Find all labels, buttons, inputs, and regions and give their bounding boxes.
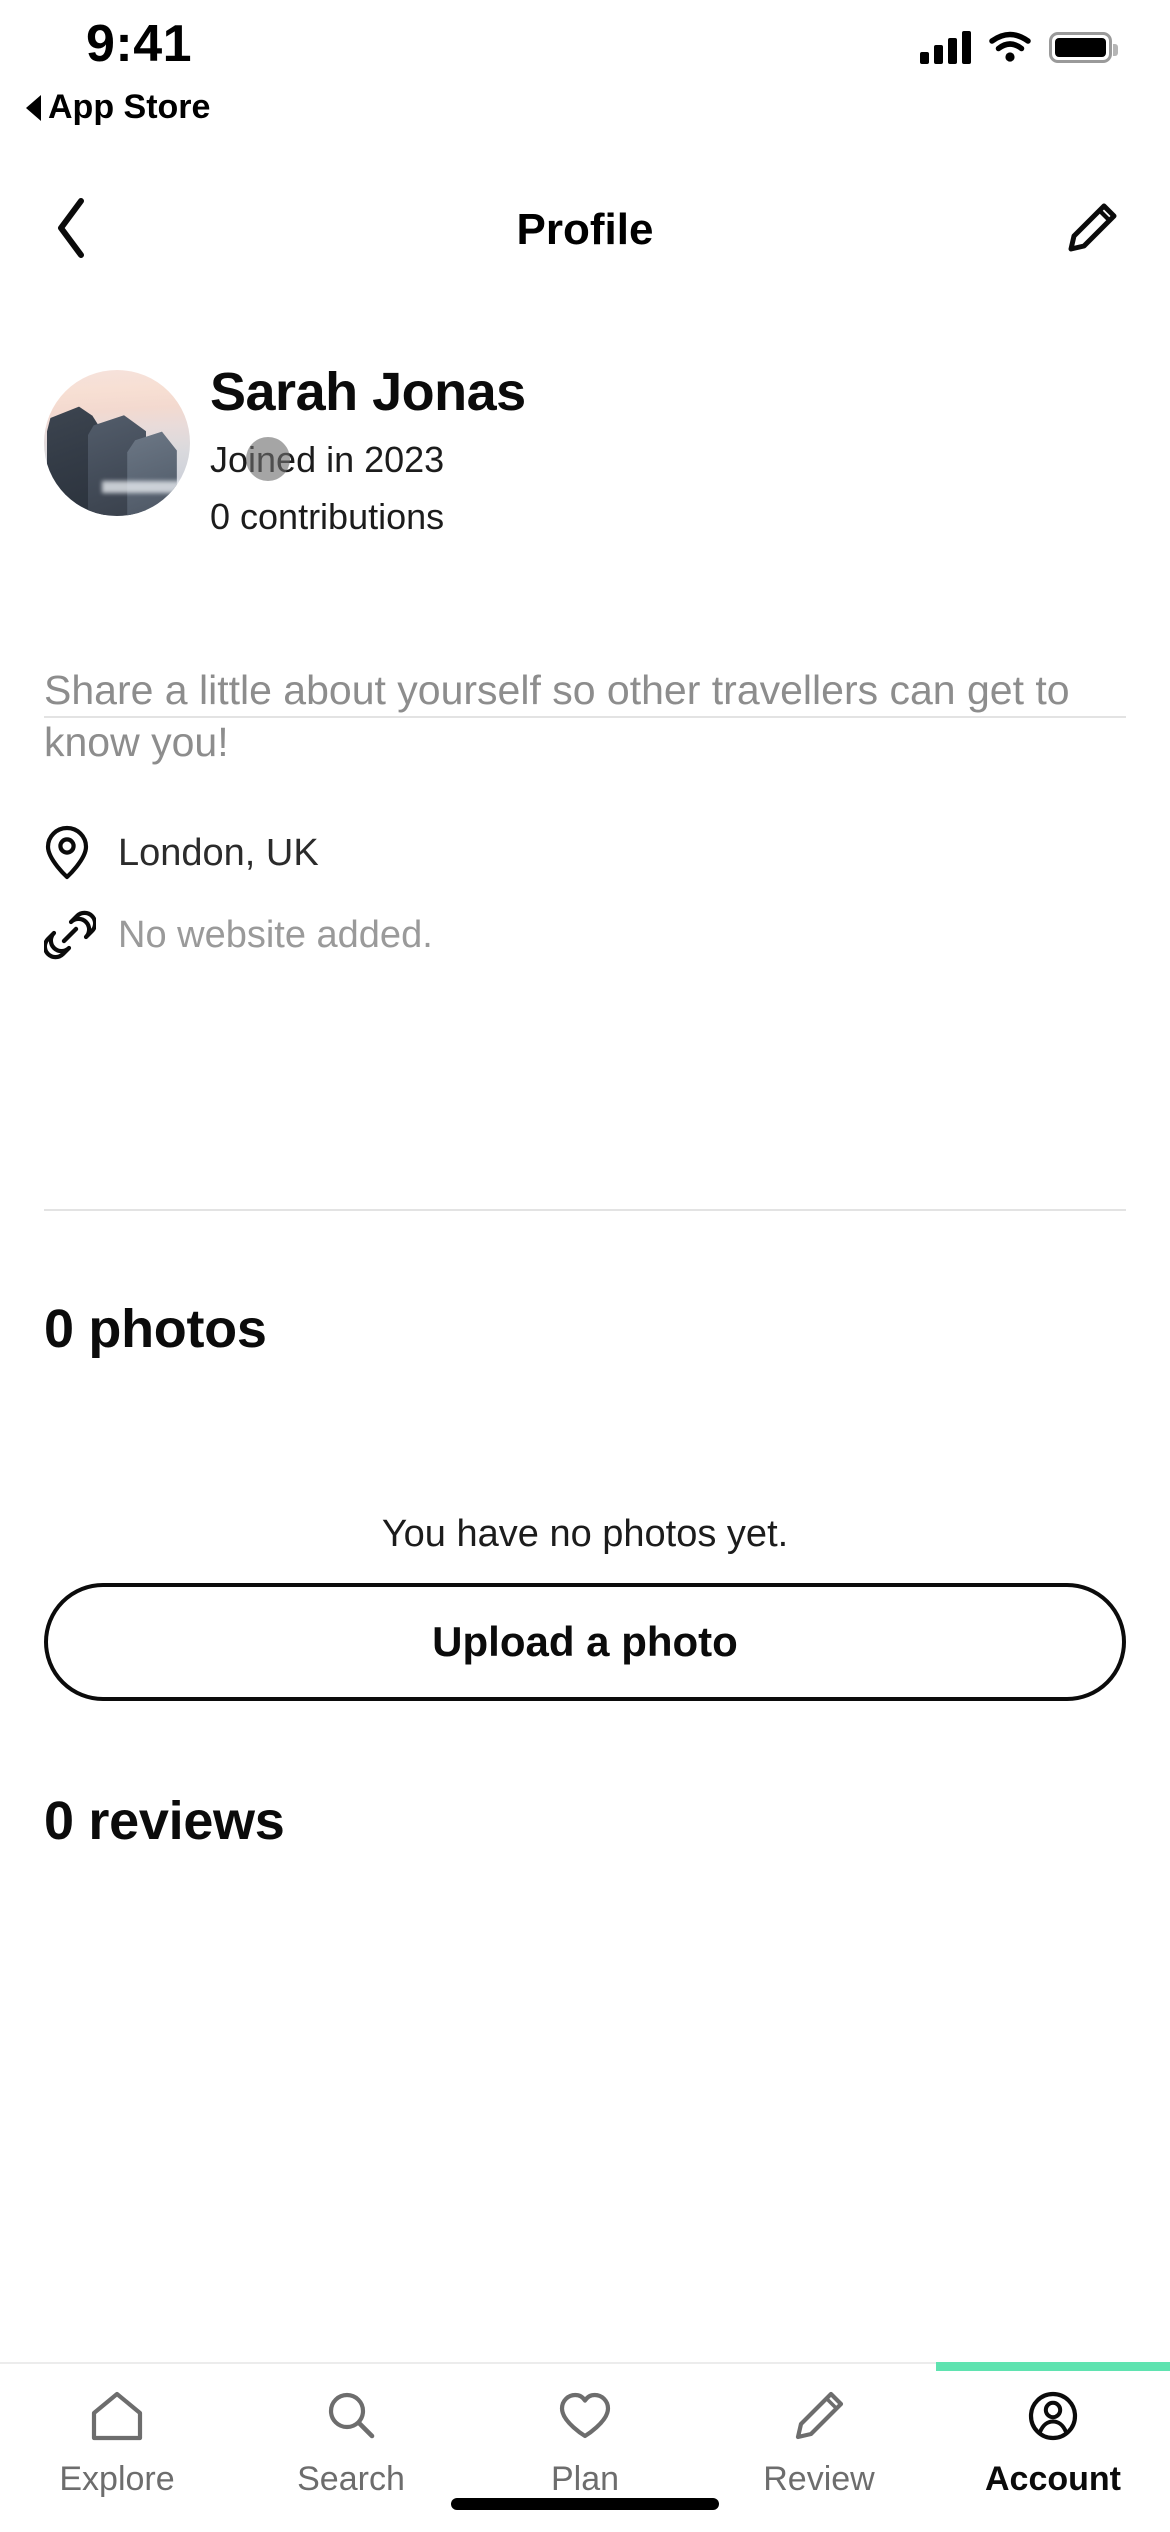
touch-indicator [246, 437, 290, 481]
profile-location-value: London, UK [118, 831, 319, 874]
section-divider-top [44, 716, 1126, 718]
profile-website-value: No website added. [118, 913, 433, 956]
home-indicator[interactable] [451, 2498, 719, 2510]
return-to-app-store-button[interactable]: App Store [26, 88, 210, 127]
user-circle-icon [1028, 2391, 1078, 2441]
wifi-icon [989, 31, 1031, 62]
profile-name: Sarah Jonas [210, 362, 526, 422]
heart-icon [559, 2392, 611, 2439]
profile-header: Sarah Jonas Joined in 2023 0 contributio… [44, 362, 1126, 548]
tab-search-label: Search [297, 2460, 405, 2498]
status-bar-indicators [920, 30, 1118, 64]
profile-meta-list: London, UK No website added. [44, 812, 1104, 976]
pencil-icon [795, 2391, 844, 2440]
tab-search[interactable]: Search [234, 2364, 468, 2532]
page-title: Profile [516, 205, 654, 254]
link-icon [44, 909, 110, 961]
upload-photo-button[interactable]: Upload a photo [44, 1583, 1126, 1701]
pencil-edit-icon [1068, 203, 1117, 252]
reviews-section-heading: 0 reviews [44, 1791, 285, 1851]
avatar[interactable] [44, 370, 190, 516]
tab-review[interactable]: Review [702, 2364, 936, 2532]
tab-review-label: Review [763, 2460, 875, 2498]
avatar-cliff-back [127, 431, 177, 516]
tab-plan-label: Plan [550, 2460, 620, 2498]
edit-profile-button[interactable] [1050, 186, 1134, 270]
tab-account-label: Account [985, 2460, 1121, 2498]
status-bar: 9:41 App Store [0, 0, 1170, 150]
profile-website-row[interactable]: No website added. [44, 894, 1104, 976]
section-divider-bottom [44, 1209, 1126, 1211]
back-triangle-icon [26, 94, 41, 121]
search-icon [328, 2392, 375, 2439]
status-bar-time: 9:41 [86, 15, 193, 73]
battery-icon [1049, 31, 1118, 63]
tab-explore-label: Explore [59, 2460, 175, 2498]
photos-section-heading: 0 photos [44, 1299, 267, 1359]
profile-location-row[interactable]: London, UK [44, 812, 1104, 894]
back-app-label: App Store [48, 88, 211, 126]
navigation-bar: Profile [0, 172, 1170, 288]
tab-explore[interactable]: Explore [0, 2364, 234, 2532]
tab-account[interactable]: Account [936, 2362, 1170, 2532]
signal-bars-icon [920, 30, 971, 64]
home-icon [91, 2391, 143, 2441]
map-pin-icon [44, 825, 110, 881]
app-screen: 9:41 App Store Profile Sarah Jonas Joine… [0, 0, 1170, 2532]
photos-empty-state-text: You have no photos yet. [381, 1513, 789, 1555]
avatar-image [44, 370, 190, 516]
avatar-sea [102, 480, 190, 493]
profile-contributions-count: 0 contributions [210, 495, 445, 537]
active-tab-indicator [936, 2362, 1170, 2371]
